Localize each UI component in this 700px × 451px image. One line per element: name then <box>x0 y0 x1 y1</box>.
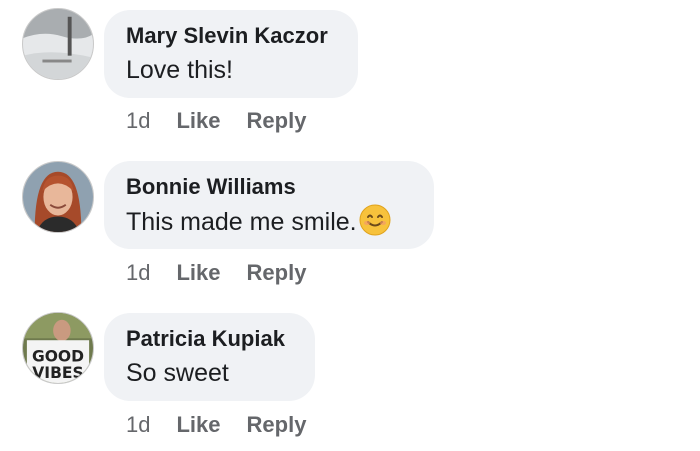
comment-bubble: Bonnie Williams This made me smile. <box>104 161 434 249</box>
comment-timestamp[interactable]: 1d <box>126 260 150 285</box>
comment-text: Love this! <box>126 56 234 84</box>
like-button[interactable]: Like <box>176 108 220 133</box>
comment-actions: 1d Like Reply <box>126 259 332 287</box>
portrait-avatar-image <box>23 162 93 232</box>
comment-timestamp[interactable]: 1d <box>126 412 150 437</box>
comment-bubble: Patricia Kupiak So sweet <box>104 313 315 401</box>
reply-button[interactable]: Reply <box>247 108 307 133</box>
comment-author[interactable]: Patricia Kupiak <box>126 325 293 353</box>
avatar-shirt-text: VIBES <box>32 364 83 382</box>
reply-button[interactable]: Reply <box>247 260 307 285</box>
avatar[interactable] <box>22 161 94 233</box>
comment-item: Bonnie Williams This made me smile. 1d Li… <box>0 150 700 300</box>
comment-item: Mary Slevin Kaczor Love this! 1d Like Repl… <box>0 0 700 150</box>
comment-author[interactable]: Mary Slevin Kaczor <box>126 22 336 50</box>
comment-actions: 1d Like Reply <box>126 411 332 439</box>
snow-scene-avatar-image <box>23 9 93 79</box>
comment-item: GOOD VIBES Patricia Kupiak So sweet 1d Li… <box>0 300 700 451</box>
comment-actions: 1d Like Reply <box>126 107 332 135</box>
comment-timestamp[interactable]: 1d <box>126 108 150 133</box>
comment-author[interactable]: Bonnie Williams <box>126 173 412 201</box>
like-button[interactable]: Like <box>176 260 220 285</box>
comment-text: This made me smile. <box>126 204 412 239</box>
avatar-shirt-text: GOOD <box>32 348 84 366</box>
comment-text: So sweet <box>126 359 229 387</box>
smiling-face-emoji-icon <box>359 204 391 236</box>
avatar[interactable]: GOOD VIBES <box>22 312 94 384</box>
comment-bubble: Mary Slevin Kaczor Love this! <box>104 10 358 98</box>
reply-button[interactable]: Reply <box>247 412 307 437</box>
comment-text-content: This made me smile. <box>126 208 357 236</box>
avatar[interactable] <box>22 8 94 80</box>
good-vibes-avatar-image: GOOD VIBES <box>23 313 93 383</box>
like-button[interactable]: Like <box>176 412 220 437</box>
